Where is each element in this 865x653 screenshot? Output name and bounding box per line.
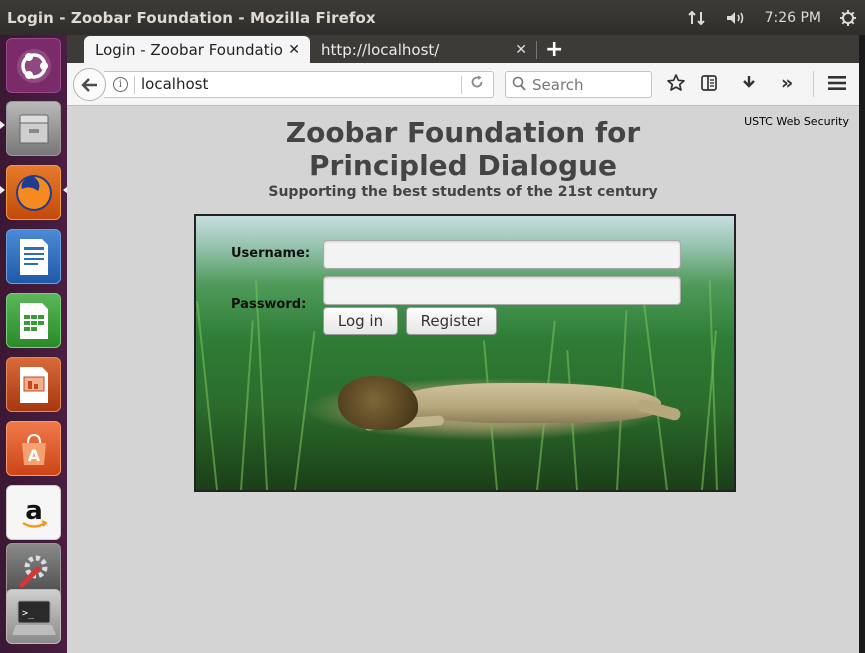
window-edge <box>859 35 865 653</box>
system-indicators: 7:26 PM <box>687 0 857 35</box>
hamburger-menu-icon[interactable] <box>827 75 847 96</box>
url-separator <box>461 76 462 94</box>
tab-separator <box>536 41 537 59</box>
files-icon[interactable] <box>6 101 61 156</box>
page-subtitle: Supporting the best students of the 21st… <box>268 184 658 200</box>
register-button[interactable]: Register <box>406 307 497 335</box>
search-icon <box>512 76 526 91</box>
downloads-icon[interactable] <box>740 74 758 97</box>
url-separator <box>134 76 135 94</box>
firefox-icon[interactable] <box>6 165 61 220</box>
back-button[interactable] <box>73 68 106 101</box>
page-title-line1: Zoobar Foundation for <box>285 116 641 149</box>
clock[interactable]: 7:26 PM <box>765 10 821 26</box>
amazon-icon[interactable]: a <box>6 485 61 540</box>
url-bar[interactable]: i localhost <box>104 71 494 98</box>
search-bar[interactable]: Search <box>505 71 652 98</box>
info-icon[interactable]: i <box>113 77 128 92</box>
password-input[interactable] <box>323 276 681 305</box>
tab-localhost[interactable]: http://localhost/ ✕ <box>313 36 537 64</box>
username-label: Username: <box>231 246 311 261</box>
login-button[interactable]: Log in <box>323 307 398 335</box>
close-icon[interactable]: ✕ <box>515 42 527 58</box>
ubuntu-dash-icon[interactable] <box>6 38 61 93</box>
network-icon[interactable] <box>687 10 707 26</box>
svg-text:a: a <box>25 496 43 526</box>
reload-icon[interactable] <box>470 75 484 93</box>
svg-text:>_: >_ <box>22 608 35 619</box>
window-title: Login - Zoobar Foundation - Mozilla Fire… <box>7 8 376 27</box>
tab-login[interactable]: Login - Zoobar Foundatio ✕ <box>84 36 310 64</box>
login-panel: Username: Password: Log in Register <box>194 214 736 492</box>
power-gear-icon[interactable] <box>839 9 857 27</box>
overflow-chevron-icon[interactable]: » <box>781 72 793 94</box>
launcher-running-indicator <box>0 186 5 194</box>
terminal-icon[interactable]: >_ <box>6 589 61 644</box>
software-center-icon[interactable]: A <box>6 421 61 476</box>
password-label: Password: <box>231 297 307 312</box>
navigation-toolbar: i localhost Search » <box>67 63 859 106</box>
volume-icon[interactable] <box>725 10 747 26</box>
username-input[interactable] <box>323 240 681 269</box>
libreoffice-impress-icon[interactable] <box>6 357 61 412</box>
lion-image-head <box>338 376 418 430</box>
page-title: Zoobar Foundation for Principled Dialogu… <box>67 116 859 182</box>
libreoffice-writer-icon[interactable] <box>6 229 61 284</box>
back-arrow-icon <box>80 77 97 92</box>
top-panel: Login - Zoobar Foundation - Mozilla Fire… <box>0 0 865 35</box>
tab-strip: Login - Zoobar Foundatio ✕ http://localh… <box>67 35 859 64</box>
tab-label: http://localhost/ <box>321 41 440 59</box>
page-title-line2: Principled Dialogue <box>308 149 617 182</box>
page-content: USTC Web Security Zoobar Foundation for … <box>67 107 859 653</box>
svg-text:A: A <box>27 446 40 465</box>
bookmark-star-icon[interactable] <box>666 73 686 98</box>
url-text[interactable]: localhost <box>141 75 208 93</box>
tab-label: Login - Zoobar Foundatio <box>95 41 283 59</box>
toolbar-divider <box>813 71 814 97</box>
unity-launcher: A a >_ <box>0 35 68 653</box>
firefox-window: Login - Zoobar Foundatio ✕ http://localh… <box>67 35 859 653</box>
search-placeholder: Search <box>532 76 584 94</box>
close-icon[interactable]: ✕ <box>288 42 300 58</box>
launcher-running-indicator <box>0 121 5 129</box>
libreoffice-calc-icon[interactable] <box>6 293 61 348</box>
reading-list-icon[interactable] <box>700 74 718 97</box>
new-tab-icon[interactable]: + <box>545 37 563 62</box>
